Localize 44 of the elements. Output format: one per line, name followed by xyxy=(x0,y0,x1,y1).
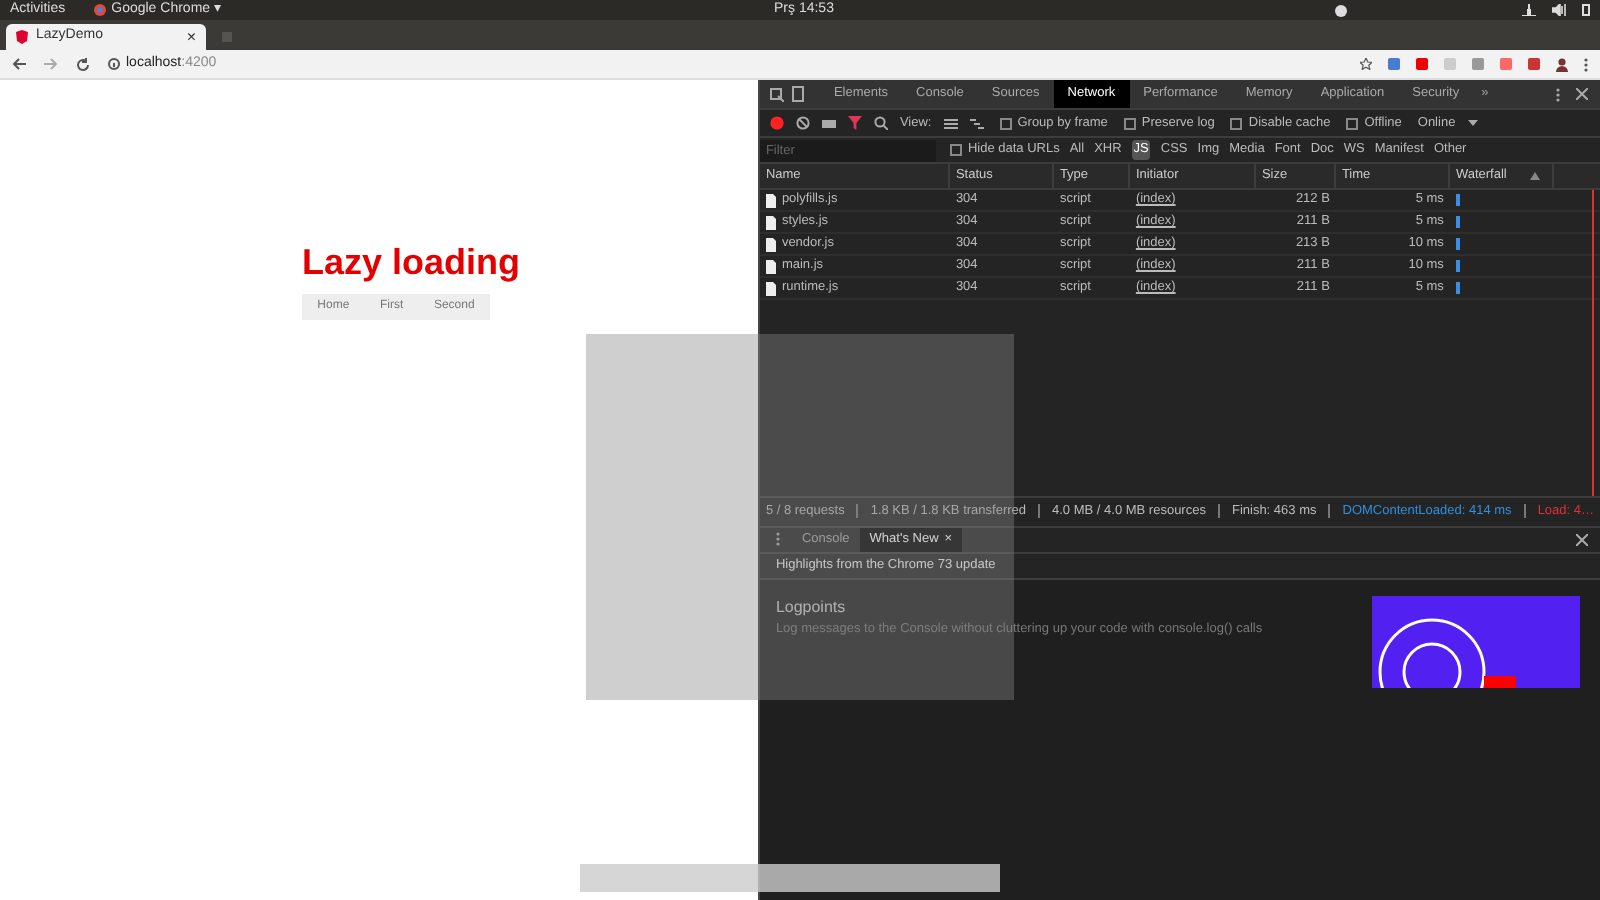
device-toolbar-icon xyxy=(791,86,804,102)
record-button-icon[interactable] xyxy=(769,116,784,130)
info-icon xyxy=(108,58,120,70)
sort-arrow-icon xyxy=(1529,172,1540,180)
waterfall-bar-icon xyxy=(1455,260,1460,272)
large-rows-icon xyxy=(943,117,958,129)
checkbox[interactable] xyxy=(1230,117,1243,129)
page-heading: Lazy loading xyxy=(302,240,523,284)
translate-extension-icon xyxy=(1388,58,1400,70)
search-icon xyxy=(873,116,888,130)
close-icon xyxy=(1576,88,1588,100)
feature-title: Logpoints xyxy=(775,595,848,619)
angular-logo-icon xyxy=(16,30,28,44)
network-icon xyxy=(1522,4,1536,16)
extension-icon xyxy=(1528,58,1540,70)
waterfall-bar-icon xyxy=(1455,216,1460,228)
star-icon xyxy=(1360,58,1372,70)
checkbox[interactable] xyxy=(949,144,962,156)
checkbox[interactable] xyxy=(1346,117,1359,129)
checkbox[interactable] xyxy=(999,117,1012,129)
tab-close-button[interactable]: × xyxy=(186,25,196,49)
waterfall-bar-icon xyxy=(1455,194,1460,206)
chrome-logo-icon xyxy=(93,4,106,16)
waterfall-bar-icon xyxy=(1455,238,1460,250)
opera-extension-icon xyxy=(1416,58,1428,70)
new-tab-icon xyxy=(222,32,232,42)
camera-icon xyxy=(821,117,836,129)
inspect-icon xyxy=(769,87,784,101)
extension-icon xyxy=(1472,58,1484,70)
overview-icon xyxy=(969,117,984,129)
volume-icon xyxy=(1552,4,1566,16)
back-icon xyxy=(12,58,26,70)
close-icon xyxy=(1576,533,1588,545)
battery-icon xyxy=(1582,4,1590,16)
waterfall-bar-icon xyxy=(1455,282,1460,294)
checkbox[interactable] xyxy=(1123,117,1136,129)
extension-icon xyxy=(1444,58,1456,70)
profile-avatar-icon xyxy=(1556,57,1568,71)
clear-icon xyxy=(795,116,810,130)
forward-icon xyxy=(44,58,58,70)
filter-icon xyxy=(847,116,862,130)
extension-icon xyxy=(1500,58,1512,70)
kebab-menu-icon xyxy=(775,532,780,546)
reload-icon xyxy=(76,57,90,71)
